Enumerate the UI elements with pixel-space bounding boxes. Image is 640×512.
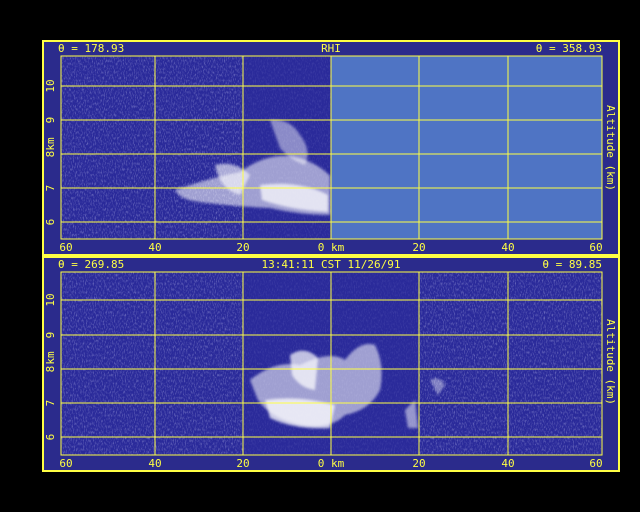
radar-display: θ = 178.93 RHI θ = 358.93 10 9 8 7 6 km … <box>42 40 620 472</box>
altitude-axis-label: Altitude (km) <box>604 319 617 405</box>
x-tick: 20 <box>236 457 249 470</box>
x-tick: 40 <box>148 241 161 254</box>
center-label: RHI <box>321 42 341 55</box>
y-tick-10: 10 <box>44 79 57 92</box>
x-tick: 20 <box>236 241 249 254</box>
y-unit-label: km <box>44 351 57 365</box>
y-tick-6: 6 <box>44 434 57 441</box>
right-angle-label: θ = 89.85 <box>542 258 602 271</box>
x-tick: 20 <box>412 457 425 470</box>
x-tick: 60 <box>589 457 602 470</box>
y-tick-10: 10 <box>44 293 57 306</box>
x-tick: 60 <box>59 241 72 254</box>
x-tick: 20 <box>412 241 425 254</box>
x-tick: 40 <box>501 241 514 254</box>
noise-texture <box>61 56 243 239</box>
left-angle-label: θ = 178.93 <box>58 42 124 55</box>
rhi-panel-top: θ = 178.93 RHI θ = 358.93 10 9 8 7 6 km … <box>42 40 620 256</box>
y-tick-7: 7 <box>44 185 57 192</box>
left-angle-label: θ = 269.85 <box>58 258 124 271</box>
y-tick-9: 9 <box>44 117 57 124</box>
x-tick: 0 km <box>318 241 345 254</box>
x-tick: 60 <box>589 241 602 254</box>
y-tick-6: 6 <box>44 219 57 226</box>
x-tick: 0 km <box>318 457 345 470</box>
altitude-axis-label: Altitude (km) <box>604 105 617 191</box>
y-tick-8: 8 <box>44 151 57 158</box>
no-data-region <box>331 56 602 239</box>
rhi-panel-bottom: θ = 269.85 13:41:11 CST 11/26/91 θ = 89.… <box>42 256 620 472</box>
y-tick-9: 9 <box>44 332 57 339</box>
noise-texture <box>61 272 243 455</box>
center-label: 13:41:11 CST 11/26/91 <box>261 258 400 271</box>
y-tick-7: 7 <box>44 400 57 407</box>
x-tick: 40 <box>148 457 161 470</box>
noise-texture <box>419 272 602 455</box>
x-tick: 60 <box>59 457 72 470</box>
y-unit-label: km <box>44 137 57 151</box>
right-angle-label: θ = 358.93 <box>536 42 602 55</box>
x-tick: 40 <box>501 457 514 470</box>
y-tick-8: 8 <box>44 366 57 373</box>
